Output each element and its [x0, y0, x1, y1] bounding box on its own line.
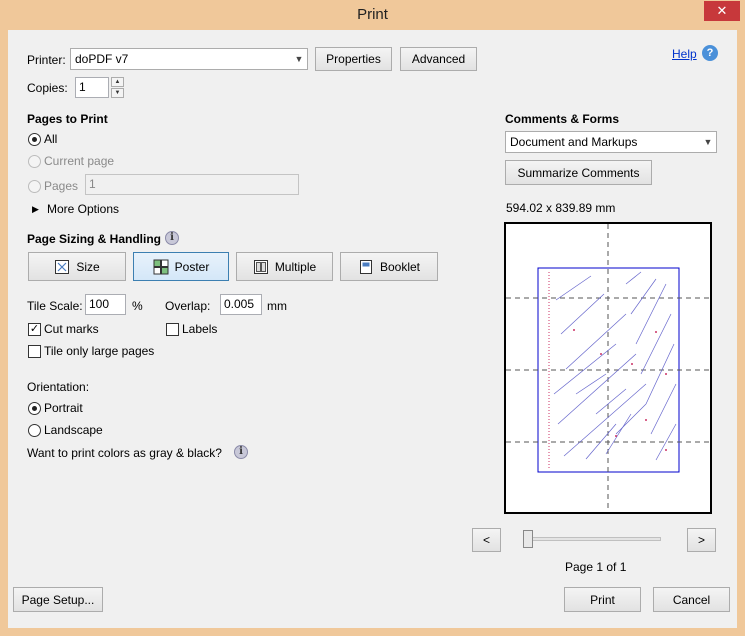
multiple-icon	[253, 259, 268, 274]
orientation-heading: Orientation:	[27, 380, 90, 394]
dialog-client: Printer: doPDF v7 ▼ Properties Advanced …	[8, 30, 737, 628]
printer-label: Printer:	[27, 53, 66, 67]
current-page-label: Current page	[44, 154, 115, 168]
preview-canvas	[506, 224, 710, 512]
copies-up-button[interactable]: ▲	[111, 77, 124, 87]
overlap-input[interactable]: 0.005	[220, 294, 262, 315]
current-page-radio[interactable]	[28, 155, 41, 168]
booklet-tab[interactable]: Booklet	[340, 252, 438, 281]
pages-range-input[interactable]: 1	[85, 174, 299, 195]
all-pages-label: All	[44, 132, 58, 146]
size-tab[interactable]: Size	[28, 252, 126, 281]
gray-black-question: Want to print colors as gray & black?	[27, 446, 222, 460]
more-options-toggle[interactable]: More Options	[47, 201, 119, 217]
multiple-tab-label: Multiple	[274, 259, 317, 274]
multiple-tab[interactable]: Multiple	[236, 252, 333, 281]
tile-scale-unit: %	[132, 299, 143, 313]
poster-icon	[153, 259, 169, 274]
summarize-comments-button[interactable]: Summarize Comments	[505, 160, 652, 185]
info-icon[interactable]: i	[234, 445, 248, 459]
copies-down-button[interactable]: ▼	[111, 88, 124, 98]
comments-forms-select[interactable]: Document and Markups ▼	[505, 131, 717, 153]
page-setup-button[interactable]: Page Setup...	[13, 587, 103, 612]
comments-forms-heading: Comments & Forms	[505, 112, 620, 126]
landscape-label: Landscape	[44, 423, 103, 437]
cut-marks-checkbox[interactable]: ✓	[28, 323, 41, 336]
info-icon[interactable]: i	[165, 231, 179, 245]
tile-scale-input[interactable]: 100	[85, 294, 126, 315]
print-button[interactable]: Print	[564, 587, 641, 612]
preview-artwork	[553, 271, 677, 461]
pages-to-print-heading: Pages to Print	[27, 112, 108, 126]
all-pages-radio[interactable]	[28, 133, 41, 146]
poster-tab[interactable]: Poster	[133, 252, 229, 281]
cut-marks-label: Cut marks	[44, 322, 99, 336]
copies-label: Copies:	[27, 81, 68, 95]
close-button[interactable]: ✕	[704, 1, 740, 21]
page-slider-track[interactable]	[524, 537, 661, 541]
portrait-radio[interactable]	[28, 402, 41, 415]
chevron-down-icon: ▼	[703, 137, 713, 147]
poster-tab-label: Poster	[174, 259, 210, 274]
window-title: Print	[357, 6, 388, 23]
page-sizing-heading: Page Sizing & Handling	[27, 232, 162, 246]
page-dimensions: 594.02 x 839.89 mm	[506, 201, 616, 215]
printer-select-value: doPDF v7	[75, 52, 129, 66]
labels-label: Labels	[182, 322, 218, 336]
pages-radio[interactable]	[28, 180, 41, 193]
overlap-unit: mm	[267, 299, 287, 313]
landscape-radio[interactable]	[28, 424, 41, 437]
tile-only-large-label: Tile only large pages	[44, 344, 155, 358]
size-icon	[55, 259, 70, 274]
pages-label: Pages	[44, 179, 79, 193]
printer-select[interactable]: doPDF v7 ▼	[70, 48, 308, 70]
prev-page-button[interactable]: <	[472, 528, 501, 552]
print-preview	[504, 222, 712, 514]
labels-checkbox[interactable]	[166, 323, 179, 336]
size-tab-label: Size	[76, 259, 100, 274]
page-indicator: Page 1 of 1	[565, 560, 627, 574]
comments-forms-value: Document and Markups	[510, 135, 638, 149]
tile-scale-label: Tile Scale:	[27, 299, 83, 313]
booklet-icon	[359, 259, 372, 274]
booklet-tab-label: Booklet	[379, 259, 421, 274]
help-link[interactable]: Help	[672, 46, 697, 62]
portrait-label: Portrait	[44, 401, 83, 415]
print-dialog: Print ✕ Printer: doPDF v7 ▼ Properties A…	[0, 0, 745, 636]
chevron-down-icon: ▼	[294, 54, 304, 64]
cancel-button[interactable]: Cancel	[653, 587, 730, 612]
tile-only-large-checkbox[interactable]	[28, 345, 41, 358]
help-icon[interactable]: ?	[702, 45, 718, 61]
copies-input[interactable]: 1	[75, 77, 109, 98]
expand-triangle-icon[interactable]: ▶	[32, 201, 39, 217]
next-page-button[interactable]: >	[687, 528, 716, 552]
overlap-label: Overlap:	[165, 299, 211, 313]
advanced-button[interactable]: Advanced	[400, 47, 477, 71]
properties-button[interactable]: Properties	[315, 47, 392, 71]
page-slider-thumb[interactable]	[523, 530, 533, 548]
